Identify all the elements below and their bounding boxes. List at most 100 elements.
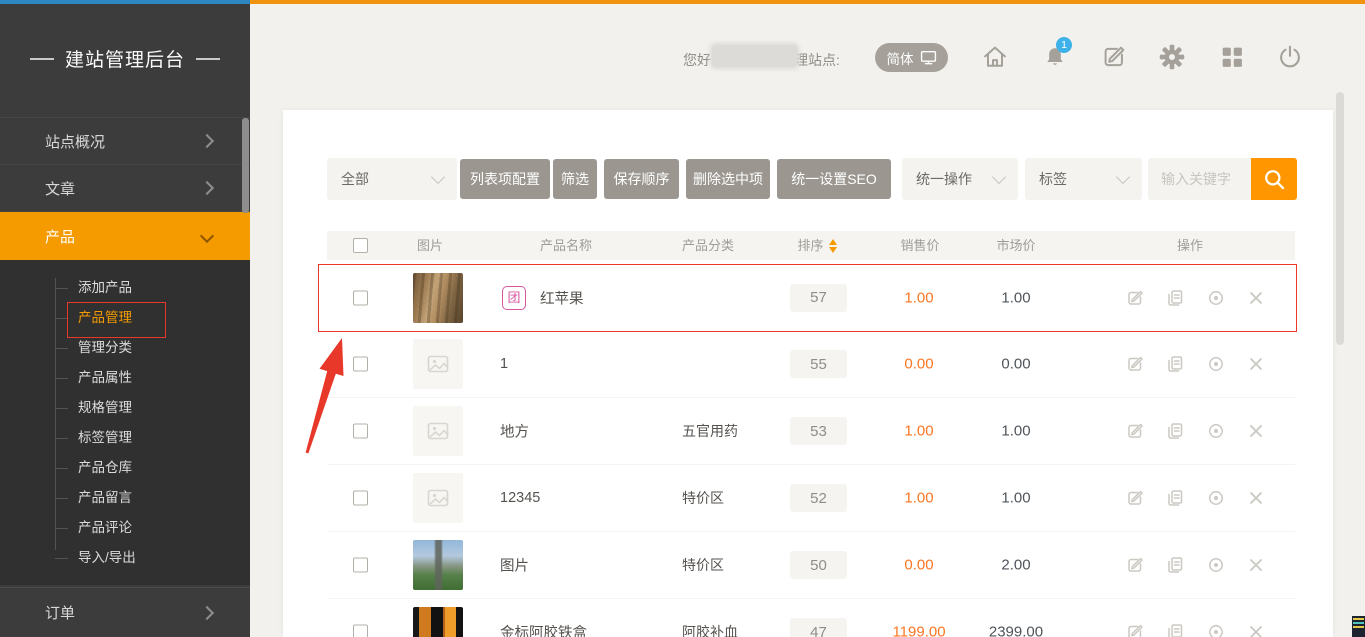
compose-icon[interactable] [1100, 43, 1128, 71]
copy-icon[interactable] [1165, 421, 1185, 441]
chevron-down-icon [200, 229, 214, 243]
submenu-item-add-product[interactable]: 添加产品 [78, 273, 132, 303]
save-order-button[interactable]: 保存顺序 [604, 159, 679, 199]
eye-icon[interactable] [1206, 488, 1226, 508]
copy-icon[interactable] [1165, 488, 1185, 508]
product-thumbnail[interactable] [413, 273, 463, 323]
product-name[interactable]: 红苹果 [540, 287, 584, 308]
delete-selected-button[interactable]: 删除选中项 [686, 159, 770, 199]
sidebar-item-site-overview[interactable]: 站点概况 [0, 118, 250, 165]
list-config-button[interactable]: 列表项配置 [460, 159, 550, 199]
product-name[interactable]: 地方 [500, 421, 529, 442]
close-icon[interactable] [1246, 288, 1266, 308]
sidebar-item-products[interactable]: 产品 [0, 212, 250, 260]
product-thumbnail-placeholder[interactable] [413, 406, 463, 456]
product-thumbnail-placeholder[interactable] [413, 473, 463, 523]
submenu-item-product-management[interactable]: 产品管理 [78, 303, 132, 333]
eye-icon[interactable] [1206, 555, 1226, 575]
copy-icon[interactable] [1165, 555, 1185, 575]
edit-icon[interactable] [1125, 421, 1145, 441]
sort-value[interactable]: 47 [790, 618, 847, 637]
sort-arrows-icon[interactable] [829, 239, 837, 253]
sidebar-item-articles[interactable]: 文章 [0, 165, 250, 212]
tree-tick [55, 348, 68, 349]
select-all-checkbox[interactable] [353, 238, 368, 253]
product-thumbnail[interactable] [413, 540, 463, 590]
sidebar-item-label: 产品 [45, 226, 75, 247]
eye-icon[interactable] [1206, 354, 1226, 374]
row-checkbox[interactable] [353, 290, 368, 305]
search-input[interactable] [1148, 158, 1251, 200]
submenu-item-product-reviews[interactable]: 产品评论 [78, 513, 132, 543]
row-checkbox[interactable] [353, 558, 368, 573]
edit-icon[interactable] [1125, 354, 1145, 374]
copy-icon[interactable] [1165, 354, 1185, 374]
close-icon[interactable] [1246, 354, 1266, 374]
eye-icon[interactable] [1206, 622, 1226, 637]
product-name[interactable]: 12345 [500, 490, 540, 506]
home-icon[interactable] [981, 43, 1009, 71]
tree-tick [55, 558, 68, 559]
category-filter-dropdown[interactable]: 全部 [327, 158, 457, 200]
sort-value[interactable]: 52 [790, 484, 847, 512]
eye-icon[interactable] [1206, 421, 1226, 441]
edit-icon[interactable] [1125, 555, 1145, 575]
table-row: 1 55 0.00 0.00 [327, 331, 1295, 398]
sale-price: 1.00 [867, 289, 971, 306]
seo-settings-button[interactable]: 统一设置SEO [777, 159, 891, 199]
sort-value[interactable]: 50 [790, 551, 847, 579]
close-icon[interactable] [1246, 421, 1266, 441]
filter-button[interactable]: 筛选 [553, 159, 597, 199]
row-checkbox[interactable] [353, 424, 368, 439]
sale-price: 1199.00 [867, 624, 971, 637]
close-icon[interactable] [1246, 622, 1266, 637]
product-thumbnail-placeholder[interactable] [413, 339, 463, 389]
edit-icon[interactable] [1125, 622, 1145, 637]
submenu-item-import-export[interactable]: 导入/导出 [78, 543, 136, 573]
product-category: 五官用药 [682, 421, 738, 441]
market-price: 2.00 [964, 557, 1068, 574]
sort-value[interactable]: 55 [790, 350, 847, 378]
top-strip-orange [250, 0, 1365, 4]
bulk-action-dropdown[interactable]: 统一操作 [902, 158, 1018, 200]
chevron-down-icon [1116, 170, 1130, 184]
product-category: 特价区 [682, 488, 724, 508]
edit-icon[interactable] [1125, 288, 1145, 308]
page-scrollbar-thumb[interactable] [1336, 92, 1344, 345]
gear-icon[interactable] [1158, 43, 1186, 71]
tree-tick [55, 498, 68, 499]
sort-value[interactable]: 53 [790, 417, 847, 445]
edit-icon[interactable] [1125, 488, 1145, 508]
eye-icon[interactable] [1206, 288, 1226, 308]
submenu-item-manage-categories[interactable]: 管理分类 [78, 333, 132, 363]
row-checkbox[interactable] [353, 625, 368, 637]
submenu-item-product-messages[interactable]: 产品留言 [78, 483, 132, 513]
search-button[interactable] [1251, 158, 1297, 200]
language-switch-button[interactable]: 简体 [875, 43, 948, 72]
row-checkbox[interactable] [353, 491, 368, 506]
tag-filter-dropdown[interactable]: 标签 [1025, 158, 1142, 200]
close-icon[interactable] [1246, 555, 1266, 575]
submenu-item-product-warehouse[interactable]: 产品仓库 [78, 453, 132, 483]
sidebar-item-orders[interactable]: 订单 [0, 587, 250, 637]
copy-icon[interactable] [1165, 288, 1185, 308]
close-icon[interactable] [1246, 488, 1266, 508]
tree-tick [55, 528, 68, 529]
sort-value[interactable]: 57 [790, 284, 847, 312]
submenu-item-tag-management[interactable]: 标签管理 [78, 423, 132, 453]
apps-grid-icon[interactable] [1218, 43, 1246, 71]
chevron-down-icon [431, 170, 445, 184]
market-price: 2399.00 [964, 624, 1068, 637]
row-checkbox[interactable] [353, 357, 368, 372]
tag-filter-value: 标签 [1039, 169, 1067, 189]
submenu-item-product-attributes[interactable]: 产品属性 [78, 363, 132, 393]
power-icon[interactable] [1276, 43, 1304, 71]
product-name[interactable]: 图片 [500, 555, 529, 576]
submenu-item-spec-management[interactable]: 规格管理 [78, 393, 132, 423]
copy-icon[interactable] [1165, 622, 1185, 637]
table-header: 图片 产品名称 产品分类 排序 销售价 市场价 操作 [327, 231, 1295, 260]
product-name[interactable]: 金标阿胶铁盒 [500, 622, 587, 637]
product-name[interactable]: 1 [500, 356, 508, 372]
sidebar-scrollbar-thumb[interactable] [242, 118, 249, 213]
product-thumbnail[interactable] [413, 607, 463, 637]
